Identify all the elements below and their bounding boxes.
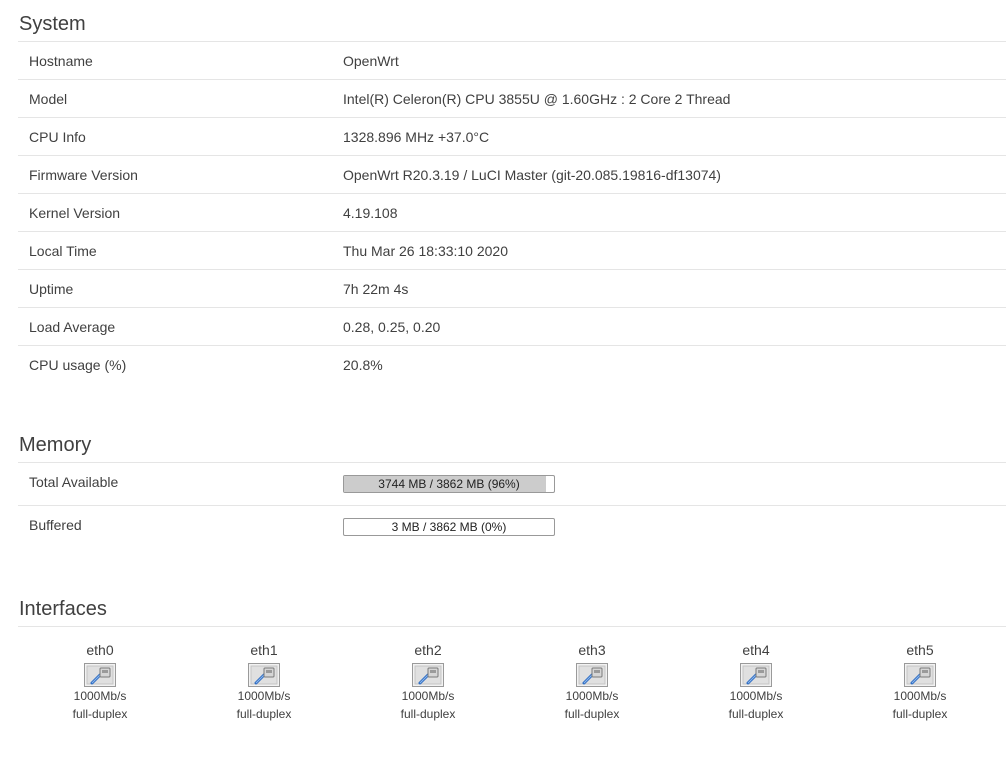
system-row-hostname: Hostname OpenWrt	[18, 42, 1006, 80]
interface-duplex: full-duplex	[892, 707, 948, 721]
system-title: System	[18, 10, 1006, 42]
interface-duplex: full-duplex	[236, 707, 292, 721]
row-value: 1328.896 MHz +37.0°C	[343, 128, 490, 145]
interfaces-list: eth0 1000Mb/s full-duplex eth1 1000Mb/s …	[18, 627, 1006, 723]
row-value: Intel(R) Celeron(R) CPU 3855U @ 1.60GHz …	[343, 90, 731, 107]
interface-name: eth2	[414, 642, 442, 658]
interface-item: eth0 1000Mb/s full-duplex	[18, 642, 182, 723]
interface-item: eth1 1000Mb/s full-duplex	[182, 642, 346, 723]
progress-text: 3744 MB / 3862 MB (96%)	[378, 477, 520, 491]
memory-row-buffered: Buffered 3 MB / 3862 MB (0%)	[18, 506, 1006, 549]
row-label: Buffered	[29, 517, 82, 533]
system-section: System Hostname OpenWrt Model Intel(R) C…	[18, 10, 1006, 384]
interface-item: eth2 1000Mb/s full-duplex	[346, 642, 510, 723]
row-value: 20.8%	[343, 357, 383, 373]
system-row-cpu-info: CPU Info 1328.896 MHz +37.0°C	[18, 118, 1006, 156]
memory-section: Memory Total Available 3744 MB / 3862 MB…	[18, 431, 1006, 549]
interface-duplex: full-duplex	[72, 707, 128, 721]
ethernet-port-icon	[740, 663, 772, 687]
ethernet-port-icon	[84, 663, 116, 687]
interface-name: eth1	[250, 642, 278, 658]
memory-title: Memory	[18, 431, 1006, 463]
interface-speed: 1000Mb/s	[729, 689, 783, 703]
interface-name: eth0	[86, 642, 114, 658]
interface-speed: 1000Mb/s	[237, 689, 291, 703]
row-label: Firmware Version	[29, 166, 138, 183]
interface-item: eth5 1000Mb/s full-duplex	[838, 642, 1002, 723]
interface-item: eth3 1000Mb/s full-duplex	[510, 642, 674, 723]
row-value: 7h 22m 4s	[343, 280, 409, 297]
progress-text: 3 MB / 3862 MB (0%)	[391, 520, 507, 534]
system-row-local-time: Local Time Thu Mar 26 18:33:10 2020	[18, 232, 1006, 270]
row-label: Total Available	[29, 474, 119, 490]
system-row-load-average: Load Average 0.28, 0.25, 0.20	[18, 308, 1006, 346]
interface-duplex: full-duplex	[728, 707, 784, 721]
memory-progress-bar: 3744 MB / 3862 MB (96%)	[343, 475, 555, 493]
memory-progress-bar: 3 MB / 3862 MB (0%)	[343, 518, 555, 536]
interface-duplex: full-duplex	[400, 707, 456, 721]
system-row-model: Model Intel(R) Celeron(R) CPU 3855U @ 1.…	[18, 80, 1006, 118]
memory-row-total-available: Total Available 3744 MB / 3862 MB (96%)	[18, 463, 1006, 506]
interface-name: eth4	[742, 642, 770, 658]
row-value: Thu Mar 26 18:33:10 2020	[343, 242, 509, 259]
interface-speed: 1000Mb/s	[565, 689, 619, 703]
row-label: Hostname	[29, 52, 93, 69]
row-label: CPU Info	[29, 128, 86, 145]
row-value: 4.19.108	[343, 204, 398, 221]
interface-item: eth4 1000Mb/s full-duplex	[674, 642, 838, 723]
interface-speed: 1000Mb/s	[893, 689, 947, 703]
row-label: Kernel Version	[29, 204, 121, 221]
row-value: OpenWrt	[343, 52, 399, 69]
system-row-kernel-version: Kernel Version 4.19.108	[18, 194, 1006, 232]
interface-speed: 1000Mb/s	[73, 689, 127, 703]
interfaces-title: Interfaces	[18, 595, 1006, 627]
ethernet-port-icon	[576, 663, 608, 687]
row-label: Load Average	[29, 318, 116, 335]
row-label: Model	[29, 90, 68, 107]
row-label: Local Time	[29, 242, 97, 259]
system-row-firmware-version: Firmware Version OpenWrt R20.3.19 / LuCI…	[18, 156, 1006, 194]
interface-speed: 1000Mb/s	[401, 689, 455, 703]
row-value: OpenWrt R20.3.19 / LuCI Master (git-20.0…	[343, 166, 721, 183]
interface-name: eth3	[578, 642, 606, 658]
row-value: 0.28, 0.25, 0.20	[343, 318, 441, 335]
interface-name: eth5	[906, 642, 934, 658]
system-row-uptime: Uptime 7h 22m 4s	[18, 270, 1006, 308]
ethernet-port-icon	[248, 663, 280, 687]
row-label: CPU usage (%)	[29, 357, 127, 373]
row-label: Uptime	[29, 280, 74, 297]
ethernet-port-icon	[412, 663, 444, 687]
interface-duplex: full-duplex	[564, 707, 620, 721]
interfaces-section: Interfaces eth0 1000Mb/s full-duplex eth…	[18, 595, 1006, 723]
system-row-cpu-usage: CPU usage (%) 20.8%	[18, 346, 1006, 384]
ethernet-port-icon	[904, 663, 936, 687]
